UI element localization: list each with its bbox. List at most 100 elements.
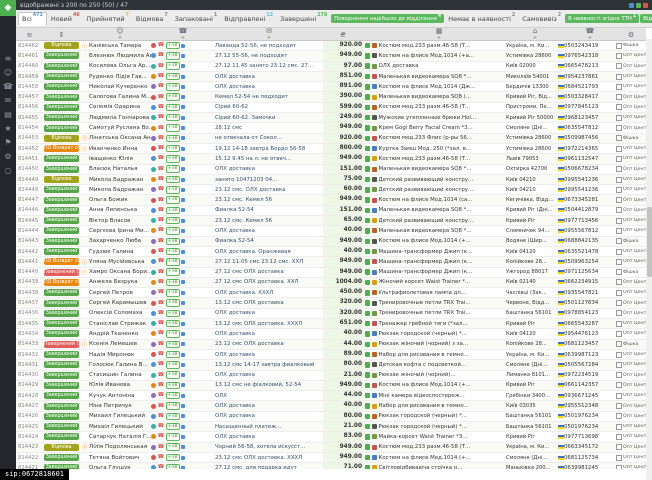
row-checkbox[interactable] [616, 393, 622, 399]
topbar-tool-icon-0[interactable] [629, 3, 634, 8]
calls-icon[interactable]: ☎ [3, 83, 13, 91]
info-icon[interactable]: ⓘ [80, 258, 89, 266]
order-row[interactable]: 814433Повернений (з...ⓘКсенія Лемешев☎+З… [16, 340, 646, 350]
order-row[interactable]: 814428ЗавершенийКучук Антоніна☎+ЗВОЛХ44.… [16, 391, 646, 401]
row-checkbox[interactable] [616, 238, 622, 244]
order-row[interactable]: 814421ЗавершенийОльга Глущук☎+ЗВ27.12 см… [16, 463, 646, 469]
call-icon[interactable]: ☎ [158, 342, 165, 347]
add-call-button[interactable]: +ЗВ [166, 279, 180, 287]
tab-return-arrived[interactable]: Повернення надійшло до відділення4 [331, 14, 444, 23]
row-checkbox[interactable] [616, 279, 622, 285]
order-row[interactable]: 814423ВідмоваⓘЛілія Подолянськая☎+ЗВЧорн… [16, 443, 646, 453]
vertical-scrollbar[interactable] [646, 39, 652, 480]
call-icon[interactable]: ☎ [158, 404, 165, 409]
call-icon[interactable]: ☎ [158, 434, 165, 439]
add-call-button[interactable]: +ЗВ [166, 423, 180, 431]
order-row[interactable]: 814461ЗавершенийБлезнюк Людмила Ан...☎+З… [16, 51, 646, 61]
order-row[interactable]: 814431ЗавершенийГолосюк Галина В...☎+ЗВ1… [16, 360, 646, 370]
add-call-button[interactable]: +ЗВ [166, 464, 180, 469]
row-checkbox[interactable] [616, 104, 622, 110]
column-header-price[interactable]: ₴ [323, 32, 363, 39]
add-call-button[interactable]: +ЗВ [166, 73, 180, 81]
status-icon[interactable]: ○ [5, 167, 12, 175]
add-call-button[interactable]: +ЗВ [166, 104, 180, 112]
order-row[interactable]: 814451ЗавершенийІващенко Юлія☎+ЗВ15.12 9… [16, 154, 646, 164]
call-icon[interactable]: ☎ [158, 126, 165, 131]
order-row[interactable]: 814441ПО Возврат ож.ⓘУляна Мусійовська☎+… [16, 257, 646, 267]
menu-icon[interactable]: ≡ [5, 55, 12, 63]
tab-packed[interactable]: Запаковані1 [172, 13, 221, 25]
order-row[interactable]: 814425ЗавершенийМихаіл Гилецький☎+ЗВНасы… [16, 422, 646, 432]
order-row[interactable]: 814442ЗавершенийГудзюк Галина☎+ЗВОЛХ дос… [16, 247, 646, 257]
call-icon[interactable]: ☎ [158, 156, 165, 161]
row-checkbox[interactable] [616, 228, 622, 234]
order-row[interactable]: 814434ЗавершенийАндрій Ткаченко☎+ЗВОЛХ д… [16, 329, 646, 339]
row-checkbox[interactable] [616, 310, 622, 316]
add-call-button[interactable]: +ЗВ [166, 42, 180, 50]
call-icon[interactable]: ☎ [158, 43, 165, 48]
call-icon[interactable]: ☎ [158, 455, 165, 460]
row-checkbox[interactable] [616, 187, 622, 193]
topbar-tool-icon-2[interactable] [643, 3, 648, 8]
add-call-button[interactable]: +ЗВ [166, 433, 180, 441]
add-call-button[interactable]: +ЗВ [166, 413, 180, 421]
add-call-button[interactable]: +ЗВ [166, 155, 180, 163]
call-icon[interactable]: ☎ [158, 115, 165, 120]
reports-icon[interactable]: ▤ [4, 111, 12, 119]
row-checkbox[interactable] [616, 372, 622, 378]
info-icon[interactable]: ⓘ [80, 42, 89, 50]
row-checkbox[interactable] [616, 352, 622, 358]
call-icon[interactable]: ☎ [158, 53, 165, 58]
profile-icon[interactable]: ☺ [4, 69, 12, 77]
row-checkbox[interactable] [616, 455, 622, 461]
order-row[interactable]: 814424ЗавершенийСатарчук Наталія Г...☎+З… [16, 432, 646, 442]
column-header-settings[interactable]: ⚙ [616, 32, 646, 39]
order-row[interactable]: 814429ЗавершенийЮлія Иванова☎+ЗВ13.12 см… [16, 381, 646, 391]
order-row[interactable]: 814458ЗавершенийНиколай Кучеренко☎+ЗВОЛХ… [16, 82, 646, 92]
row-checkbox[interactable] [616, 63, 622, 69]
add-call-button[interactable]: +ЗВ [166, 52, 180, 60]
order-row[interactable]: 814422ЗавершенийТетяна Войтович☎+ЗВ23.12… [16, 453, 646, 463]
add-call-button[interactable]: +ЗВ [166, 124, 180, 132]
column-header-id[interactable]: ≡ [16, 32, 43, 39]
row-checkbox[interactable] [616, 125, 622, 131]
order-row[interactable]: 814457ЗавершенийСалогова Галина М...☎+ЗВ… [16, 92, 646, 102]
row-checkbox[interactable] [616, 249, 622, 255]
call-icon[interactable]: ☎ [158, 331, 165, 336]
row-checkbox[interactable] [616, 403, 622, 409]
add-call-button[interactable]: +ЗВ [166, 392, 180, 400]
info-icon[interactable]: ⓘ [80, 145, 89, 153]
order-row[interactable]: 814426ЗавершенийМихаил Гилецький☎+ЗВОЛХ … [16, 412, 646, 422]
order-row[interactable]: 814437ЗавершенийСергей Карамышев☎+ЗВ13.1… [16, 298, 646, 308]
row-checkbox[interactable] [616, 465, 622, 469]
add-call-button[interactable]: +ЗВ [166, 320, 180, 328]
call-icon[interactable]: ☎ [158, 249, 165, 254]
row-checkbox[interactable] [616, 218, 622, 224]
row-checkbox[interactable] [616, 74, 622, 80]
column-header-comment[interactable]: ✉+ [215, 28, 323, 42]
row-checkbox[interactable] [616, 207, 622, 213]
add-call-button[interactable]: +ЗВ [166, 289, 180, 297]
add-call-button[interactable]: +ЗВ [166, 114, 180, 122]
mail-icon[interactable]: ✉ [5, 97, 12, 105]
call-icon[interactable]: ☎ [158, 177, 165, 182]
tab-in-stock-ttn[interactable]: В наявності згідно ТТН1 [565, 14, 639, 23]
add-call-button[interactable]: +ЗВ [166, 258, 180, 266]
row-checkbox[interactable] [616, 166, 622, 172]
row-checkbox[interactable] [616, 53, 622, 59]
order-row[interactable]: 814448ЗавершенийМикола Бадражан☎+ЗВ23.12… [16, 185, 646, 195]
row-checkbox[interactable] [616, 290, 622, 296]
flags-icon[interactable]: ⚑ [4, 139, 11, 147]
row-checkbox[interactable] [616, 156, 622, 162]
row-checkbox[interactable] [616, 197, 622, 203]
call-icon[interactable]: ☎ [158, 290, 165, 295]
row-checkbox[interactable] [616, 94, 622, 100]
row-checkbox[interactable] [616, 424, 622, 430]
order-row[interactable]: 814445ЗавершенийВіктор Власов☎+ЗВ23.12 с… [16, 216, 646, 226]
add-call-button[interactable]: +ЗВ [166, 62, 180, 70]
add-call-button[interactable]: +ЗВ [166, 361, 180, 369]
row-checkbox[interactable] [616, 434, 622, 440]
add-call-button[interactable]: +ЗВ [166, 83, 180, 91]
column-header-client[interactable]: ☺+ [89, 28, 151, 42]
add-call-button[interactable]: +ЗВ [166, 176, 180, 184]
